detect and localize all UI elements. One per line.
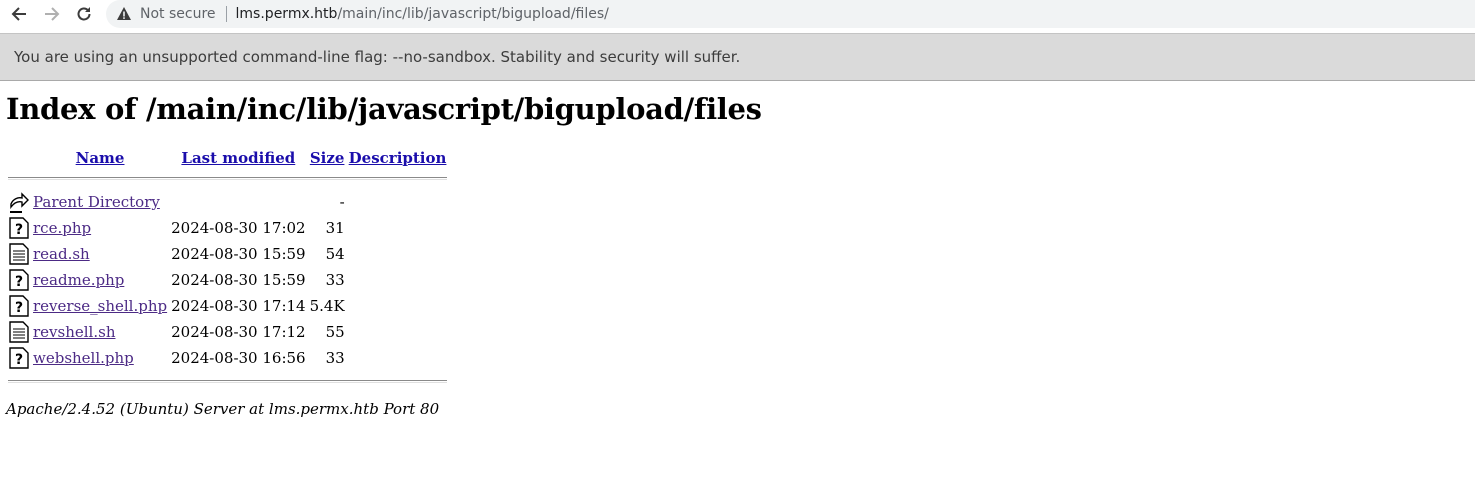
description-cell	[348, 242, 448, 266]
modified-cell: 2024-08-30 16:56	[171, 349, 306, 367]
row-icon-cell: ?	[8, 294, 30, 318]
size-column-header: Size	[309, 146, 346, 175]
forward-button[interactable]	[41, 3, 63, 25]
file-name-cell: revshell.sh	[32, 320, 168, 344]
size-cell: 5.4K	[309, 297, 345, 315]
sandbox-warning-infobar: You are using an unsupported command-lin…	[0, 33, 1475, 81]
modified-cell: 2024-08-30 15:59	[171, 271, 306, 289]
modified-cell: 2024-08-30 17:12	[171, 323, 306, 341]
file-name-cell: rce.php	[32, 216, 168, 240]
unknown-file-icon: ?	[9, 217, 29, 239]
address-bar[interactable]: Not secure lms.permx.htb/main/inc/lib/ja…	[106, 0, 1475, 28]
text-file-icon	[9, 321, 29, 343]
url-path: /main/inc/lib/javascript/bigupload/files…	[337, 6, 609, 22]
back-button[interactable]	[8, 3, 30, 25]
table-row: ? rce.php 2024-08-30 17:02 31	[8, 216, 447, 240]
reload-icon	[77, 7, 91, 21]
unknown-file-icon: ?	[9, 269, 29, 291]
size-cell: 31	[325, 219, 345, 237]
sort-by-size-link[interactable]: Size	[310, 149, 345, 167]
modified-column-header: Last modified	[170, 146, 306, 175]
file-link[interactable]: webshell.php	[33, 349, 134, 367]
table-row: ? reverse_shell.php 2024-08-30 17:14 5.4…	[8, 294, 447, 318]
description-cell	[348, 216, 448, 240]
unknown-file-icon: ?	[9, 347, 29, 369]
file-link[interactable]: rce.php	[33, 219, 91, 237]
file-name-cell: readme.php	[32, 268, 168, 292]
bottom-rule	[8, 372, 448, 383]
directory-listing: Name Last modified Size Description Pare…	[6, 144, 449, 385]
file-name-cell: reverse_shell.php	[32, 294, 168, 318]
modified-cell: 2024-08-30 17:02	[171, 219, 306, 237]
sort-by-description-link[interactable]: Description	[349, 149, 447, 167]
file-link[interactable]: read.sh	[33, 245, 90, 263]
warning-icon	[116, 6, 132, 22]
text-file-icon	[9, 243, 29, 265]
row-icon-cell: ?	[8, 268, 30, 292]
row-icon-cell	[8, 242, 30, 266]
table-row: revshell.sh 2024-08-30 17:12 55	[8, 320, 447, 344]
table-row: ? webshell.php 2024-08-30 16:56 33	[8, 346, 447, 370]
file-name-cell: Parent Directory	[32, 190, 168, 214]
name-column-header: Name	[32, 146, 168, 175]
svg-text:?: ?	[15, 300, 23, 316]
page-title: Index of /main/inc/lib/javascript/bigupl…	[6, 92, 762, 126]
server-signature: Apache/2.4.52 (Ubuntu) Server at lms.per…	[6, 400, 440, 418]
description-cell	[348, 346, 448, 370]
reload-button[interactable]	[73, 3, 95, 25]
row-icon-cell: ?	[8, 346, 30, 370]
divider	[8, 380, 448, 383]
top-rule	[8, 177, 448, 188]
omnibox-divider	[225, 6, 227, 22]
file-link[interactable]: revshell.sh	[33, 323, 115, 341]
svg-text:?: ?	[15, 274, 23, 290]
back-icon	[10, 192, 29, 213]
header-row: Name Last modified Size Description	[8, 146, 447, 175]
sort-by-modified-link[interactable]: Last modified	[181, 149, 295, 167]
divider	[8, 177, 448, 180]
size-cell: 55	[325, 323, 345, 341]
file-link[interactable]: Parent Directory	[33, 193, 160, 211]
file-name-cell: webshell.php	[32, 346, 168, 370]
file-name-cell: read.sh	[32, 242, 168, 266]
modified-cell: 2024-08-30 15:59	[171, 245, 306, 263]
table-row: ? readme.php 2024-08-30 15:59 33	[8, 268, 447, 292]
file-link[interactable]: reverse_shell.php	[33, 297, 167, 315]
description-column-header: Description	[348, 146, 448, 175]
file-link[interactable]: readme.php	[33, 271, 124, 289]
row-icon-cell	[8, 320, 30, 344]
row-icon-cell: ?	[8, 216, 30, 240]
security-label: Not secure	[140, 6, 216, 22]
size-cell: 33	[325, 349, 345, 367]
unknown-file-icon: ?	[9, 295, 29, 317]
description-cell	[348, 190, 448, 214]
size-cell: 33	[325, 271, 345, 289]
infobar-text: You are using an unsupported command-lin…	[14, 48, 741, 66]
svg-text:?: ?	[15, 222, 23, 238]
table-row: read.sh 2024-08-30 15:59 54	[8, 242, 447, 266]
row-icon-cell	[8, 190, 30, 214]
table-row: Parent Directory -	[8, 190, 447, 214]
modified-cell: 2024-08-30 17:14	[171, 297, 306, 315]
description-cell	[348, 268, 448, 292]
url-host: lms.permx.htb	[235, 6, 338, 22]
browser-toolbar: Not secure lms.permx.htb/main/inc/lib/ja…	[0, 0, 1475, 28]
arrow-left-icon	[11, 7, 26, 21]
size-cell: -	[339, 193, 345, 211]
svg-text:?: ?	[15, 352, 23, 368]
modified-cell	[170, 190, 306, 214]
description-cell	[348, 320, 448, 344]
arrow-right-icon	[45, 7, 60, 21]
description-cell	[348, 294, 448, 318]
icon-column-header	[8, 146, 30, 175]
sort-by-name-link[interactable]: Name	[76, 149, 125, 167]
page-content: Index of /main/inc/lib/javascript/bigupl…	[0, 82, 1475, 418]
size-cell: 54	[325, 245, 345, 263]
